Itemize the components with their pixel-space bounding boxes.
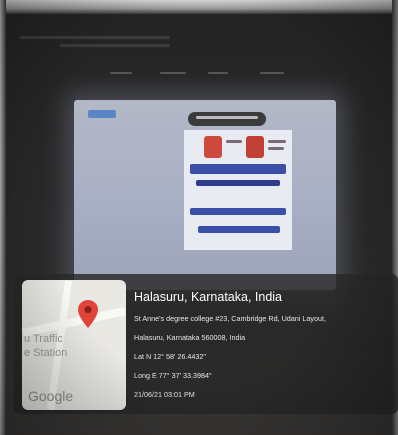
slide-text-line <box>226 140 242 143</box>
slide-text-line <box>268 140 286 143</box>
slide-text-line <box>268 147 284 150</box>
college-logo-icon <box>204 136 222 158</box>
slide-heading-band <box>190 164 286 174</box>
geotag-info: Halasuru, Karnataka, India St Anne's deg… <box>134 290 384 409</box>
blurred-menu-item <box>260 72 284 74</box>
slide-heading-band <box>190 208 286 215</box>
map-pin-icon <box>78 300 98 328</box>
address-line-1: St Anne's degree college #23, Cambridge … <box>134 314 326 323</box>
blurred-toolbar-line <box>20 36 170 39</box>
longitude-text: Long E 77° 37' 33.3984" <box>134 371 212 380</box>
blurred-menu-item <box>208 72 228 74</box>
screen-chip-icon <box>88 110 116 118</box>
photo-frame: u Traffic e Station Google Halasuru, Kar… <box>0 0 398 435</box>
blurred-menu-item <box>110 72 132 74</box>
blurred-menu-item <box>160 72 186 74</box>
map-thumbnail: u Traffic e Station Google <box>22 280 126 410</box>
meeting-banner <box>188 112 266 126</box>
address-line-2: Halasuru, Karnataka 560008, India <box>134 333 246 342</box>
google-logo: Google <box>28 388 74 404</box>
slide-heading-band <box>198 226 280 233</box>
datetime-text: 21/06/21 03:01 PM <box>134 390 195 399</box>
latitude-text: Lat N 12° 58' 26.4432" <box>134 352 206 361</box>
paper-edge-top <box>0 0 398 14</box>
location-title: Halasuru, Karnataka, India <box>134 290 283 304</box>
university-logo-icon <box>246 136 264 158</box>
projected-screen <box>74 100 336 290</box>
slide-title-line <box>196 180 280 186</box>
blurred-toolbar-line <box>60 44 170 47</box>
presentation-slide <box>184 130 292 250</box>
map-place-label: u Traffic e Station <box>24 333 68 359</box>
paper-edge-left <box>0 0 6 435</box>
